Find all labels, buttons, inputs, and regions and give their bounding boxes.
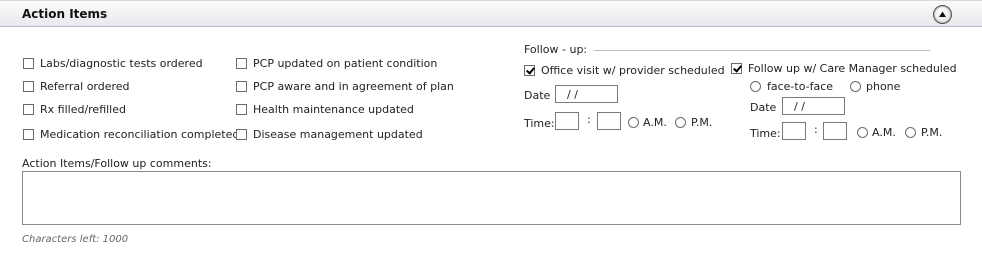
pcp-aware-label: PCP aware and in agreement of plan (253, 80, 454, 93)
disease-management-label: Disease management updated (253, 128, 423, 141)
cm-am-radio[interactable] (857, 127, 868, 138)
disease-management-checkbox[interactable] (236, 129, 247, 140)
cm-pm-label: P.M. (921, 126, 943, 139)
phone-radio[interactable] (850, 81, 861, 92)
office-pm-label: P.M. (691, 116, 713, 129)
face-to-face-radio[interactable] (750, 81, 761, 92)
pcp-updated-checkbox[interactable] (236, 58, 247, 69)
med-reconciliation-checkbox[interactable] (23, 129, 34, 140)
labs-label: Labs/diagnostic tests ordered (40, 57, 203, 70)
office-time-label: Time: (524, 117, 555, 130)
followup-divider (594, 50, 930, 51)
cm-minute-input[interactable] (823, 122, 847, 140)
labs-checkbox[interactable] (23, 58, 34, 69)
office-am-radio[interactable] (628, 117, 639, 128)
office-visit-checkbox[interactable] (524, 65, 535, 76)
office-date-input[interactable] (555, 85, 618, 103)
referral-checkbox[interactable] (23, 81, 34, 92)
office-pm-radio[interactable] (675, 117, 686, 128)
pcp-aware-checkbox[interactable] (236, 81, 247, 92)
characters-left: Characters left: 1000 (22, 234, 129, 245)
office-hour-input[interactable] (555, 112, 579, 130)
section-header: Action Items (0, 0, 982, 27)
comments-label: Action Items/Follow up comments: (22, 157, 212, 170)
cm-hour-input[interactable] (782, 122, 806, 140)
phone-label: phone (866, 80, 901, 93)
health-maintenance-label: Health maintenance updated (253, 103, 414, 116)
cm-am-label: A.M. (872, 126, 896, 139)
pcp-updated-label: PCP updated on patient condition (253, 57, 438, 70)
care-manager-checkbox[interactable] (731, 63, 742, 74)
cm-date-input[interactable] (782, 97, 845, 115)
comments-textarea[interactable] (22, 171, 961, 225)
followup-heading: Follow - up: (524, 43, 588, 56)
collapse-button[interactable] (933, 5, 952, 24)
office-date-label: Date (524, 89, 551, 102)
cm-date-label: Date (750, 101, 777, 114)
office-time-separator: : (587, 113, 591, 126)
office-minute-input[interactable] (597, 112, 621, 130)
chevron-up-icon (939, 11, 946, 17)
med-reconciliation-label: Medication reconciliation completed (40, 128, 240, 141)
cm-time-separator: : (814, 123, 818, 136)
office-am-label: A.M. (643, 116, 667, 129)
cm-time-label: Time: (750, 127, 781, 140)
cm-pm-radio[interactable] (905, 127, 916, 138)
referral-label: Referral ordered (40, 80, 130, 93)
rx-checkbox[interactable] (23, 104, 34, 115)
office-visit-label: Office visit w/ provider scheduled (541, 64, 725, 77)
section-title: Action Items (22, 7, 108, 21)
health-maintenance-checkbox[interactable] (236, 104, 247, 115)
rx-label: Rx filled/refilled (40, 103, 126, 116)
care-manager-label: Follow up w/ Care Manager scheduled (748, 62, 957, 75)
face-to-face-label: face-to-face (767, 80, 834, 93)
